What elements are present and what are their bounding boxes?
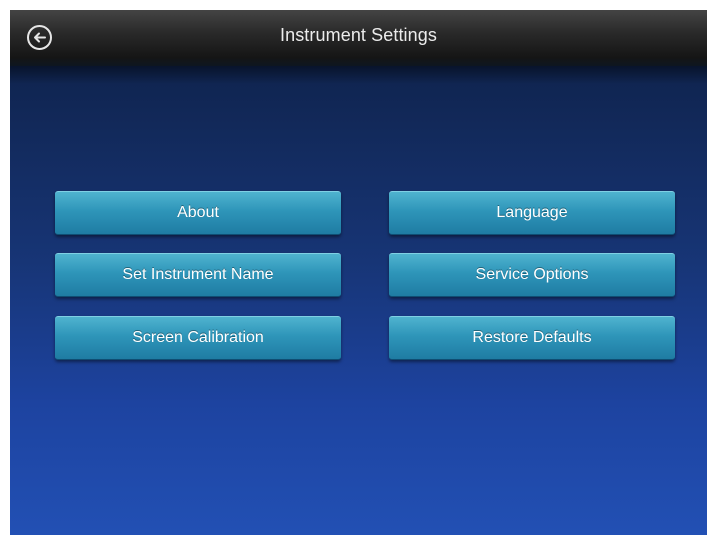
about-button[interactable]: About	[55, 191, 341, 235]
set-instrument-name-button[interactable]: Set Instrument Name	[55, 253, 341, 297]
service-options-button[interactable]: Service Options	[389, 253, 675, 297]
settings-screen: Instrument Settings About Language Set I…	[10, 10, 707, 535]
screen-calibration-button[interactable]: Screen Calibration	[55, 316, 341, 360]
header-shadow	[10, 66, 707, 84]
header-bar: Instrument Settings	[10, 10, 707, 66]
restore-defaults-button[interactable]: Restore Defaults	[389, 316, 675, 360]
language-button[interactable]: Language	[389, 191, 675, 235]
page-title: Instrument Settings	[280, 25, 437, 45]
